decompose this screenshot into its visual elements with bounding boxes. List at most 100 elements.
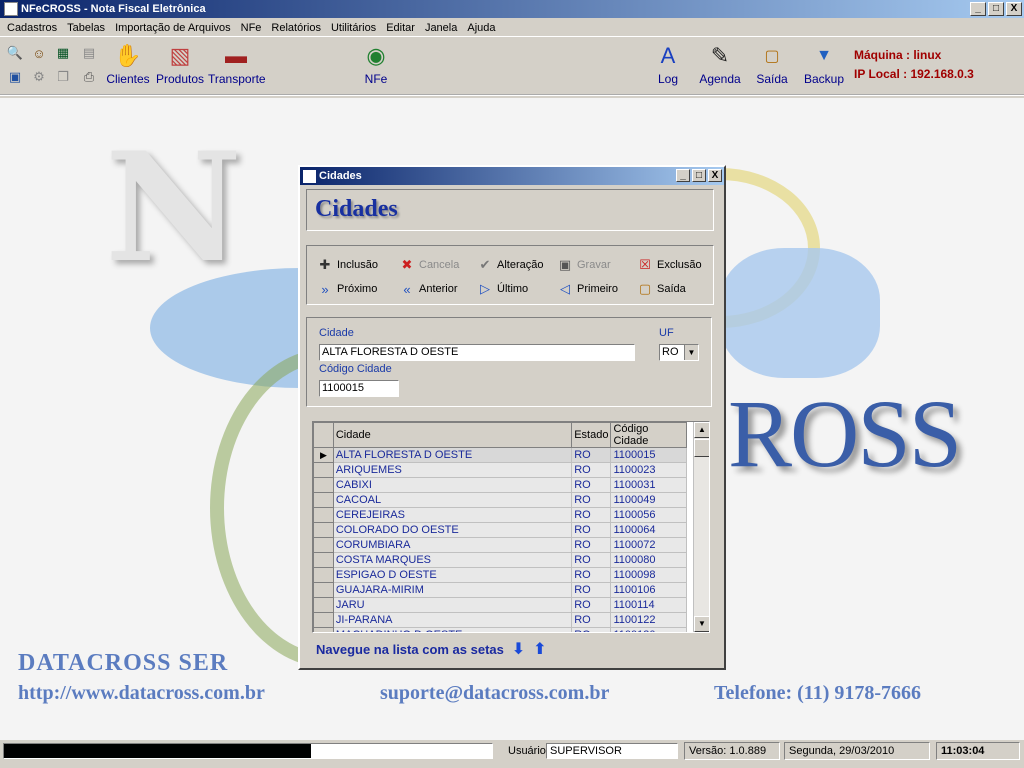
- scroll-thumb[interactable]: [694, 439, 709, 457]
- cell-estado[interactable]: RO: [571, 612, 612, 628]
- cell-codigo[interactable]: 1100106: [610, 582, 687, 598]
- nfe-button[interactable]: ◉ NFe: [356, 42, 396, 86]
- cell-codigo[interactable]: 1100072: [610, 537, 687, 553]
- agenda-button[interactable]: ✎ Agenda: [698, 42, 742, 86]
- cell-codigo[interactable]: 1100023: [610, 462, 687, 478]
- cell-estado[interactable]: RO: [571, 507, 612, 523]
- binoculars-icon[interactable]: 🔍: [6, 45, 24, 61]
- window-title-bar[interactable]: NFeCROSS - Nota Fiscal Eletrônica _ □ X: [0, 0, 1024, 18]
- calendar-icon[interactable]: ▣: [6, 69, 24, 85]
- cell-cidade[interactable]: ALTA FLORESTA D OESTE: [332, 447, 573, 463]
- ultimo-button[interactable]: ▷ Último: [477, 281, 528, 296]
- table-row[interactable]: CABIXI RO 1100031: [313, 477, 687, 493]
- transporte-button[interactable]: ▬ Transporte: [208, 42, 266, 86]
- gear-icon[interactable]: ⚙: [30, 69, 48, 85]
- dialog-minimize-button[interactable]: _: [676, 169, 690, 182]
- primeiro-button[interactable]: ◁ Primeiro: [557, 281, 618, 296]
- table-row[interactable]: ▶ ALTA FLORESTA D OESTE RO 1100015: [313, 447, 687, 463]
- produtos-button[interactable]: ▧ Produtos: [156, 42, 204, 86]
- cell-codigo[interactable]: 1100080: [610, 552, 687, 568]
- alteracao-button[interactable]: ✔ Alteração: [477, 257, 544, 272]
- cell-codigo[interactable]: 1100114: [610, 597, 687, 613]
- cell-estado[interactable]: RO: [571, 447, 612, 463]
- backup-button[interactable]: ▼ Backup: [802, 42, 846, 86]
- cell-cidade[interactable]: COLORADO DO OESTE: [332, 522, 573, 538]
- anterior-button[interactable]: « Anterior: [399, 282, 457, 297]
- cell-cidade[interactable]: ARIQUEMES: [332, 462, 573, 478]
- menu-janela[interactable]: Janela: [420, 22, 462, 34]
- uf-select[interactable]: RO ▼: [659, 344, 699, 361]
- cell-cidade[interactable]: COSTA MARQUES: [332, 552, 573, 568]
- cell-cidade[interactable]: CACOAL: [332, 492, 573, 508]
- codigo-cidade-input[interactable]: 1100015: [319, 380, 399, 397]
- cell-estado[interactable]: RO: [571, 597, 612, 613]
- cities-grid[interactable]: Cidade Estado Código Cidade ▶ ALTA FLORES…: [312, 421, 710, 633]
- cell-codigo[interactable]: 1100098: [610, 567, 687, 583]
- menu-tabelas[interactable]: Tabelas: [62, 22, 110, 34]
- cell-codigo[interactable]: 1100031: [610, 477, 687, 493]
- cell-estado[interactable]: RO: [571, 462, 612, 478]
- cancela-button[interactable]: ✖ Cancela: [399, 257, 460, 272]
- maximize-button[interactable]: □: [988, 2, 1004, 16]
- menu-editar[interactable]: Editar: [381, 22, 420, 34]
- cell-estado[interactable]: RO: [571, 477, 612, 493]
- cell-cidade[interactable]: CEREJEIRAS: [332, 507, 573, 523]
- cell-estado[interactable]: RO: [571, 627, 612, 632]
- table-row[interactable]: MACHADINHO D OESTERO1100130: [313, 627, 687, 632]
- table-row[interactable]: ARIQUEMES RO 1100023: [313, 462, 687, 478]
- calculator-icon[interactable]: ▤: [80, 45, 98, 61]
- clientes-button[interactable]: ✋ Clientes: [106, 42, 150, 86]
- menu-ajuda[interactable]: Ajuda: [462, 22, 500, 34]
- cell-codigo[interactable]: 1100122: [610, 612, 687, 628]
- table-row[interactable]: CACOAL RO 1100049: [313, 492, 687, 508]
- cell-estado[interactable]: RO: [571, 522, 612, 538]
- cell-cidade[interactable]: ESPIGAO D OESTE: [332, 567, 573, 583]
- cell-estado[interactable]: RO: [571, 537, 612, 553]
- gravar-button[interactable]: ▣ Gravar: [557, 257, 611, 272]
- menu-cadastros[interactable]: Cadastros: [2, 22, 62, 34]
- table-row[interactable]: GUAJARA-MIRIM RO 1100106: [313, 582, 687, 598]
- cell-cidade[interactable]: CABIXI: [332, 477, 573, 493]
- scroll-down-button[interactable]: ▼: [694, 616, 709, 632]
- cell-codigo[interactable]: 1100049: [610, 492, 687, 508]
- saida-dialog-button[interactable]: ▢ Saída: [637, 281, 686, 296]
- cell-cidade[interactable]: MACHADINHO D OESTE: [332, 627, 573, 632]
- cell-codigo[interactable]: 1100015: [610, 447, 687, 463]
- grid-scrollbar[interactable]: ▲ ▼: [693, 422, 709, 632]
- menu-nfe[interactable]: NFe: [236, 22, 267, 34]
- log-button[interactable]: A Log: [648, 42, 688, 86]
- cell-estado[interactable]: RO: [571, 582, 612, 598]
- chevron-down-icon[interactable]: ▼: [684, 345, 698, 360]
- cell-cidade[interactable]: CORUMBIARA: [332, 537, 573, 553]
- dialog-title-bar[interactable]: Cidades _ □ X: [300, 167, 724, 185]
- table-row[interactable]: JI-PARANA RO 1100122: [313, 612, 687, 628]
- minimize-button[interactable]: _: [970, 2, 986, 16]
- scroll-up-button[interactable]: ▲: [694, 422, 709, 438]
- table-row[interactable]: JARU RO 1100114: [313, 597, 687, 613]
- column-header-estado[interactable]: Estado: [571, 422, 612, 448]
- menu-importacao[interactable]: Importação de Arquivos: [110, 22, 236, 34]
- table-row[interactable]: CORUMBIARA RO 1100072: [313, 537, 687, 553]
- dialog-close-button[interactable]: X: [708, 169, 722, 182]
- cell-codigo[interactable]: 1100056: [610, 507, 687, 523]
- cell-cidade[interactable]: JARU: [332, 597, 573, 613]
- cell-cidade[interactable]: GUAJARA-MIRIM: [332, 582, 573, 598]
- menu-utilitarios[interactable]: Utilitários: [326, 22, 381, 34]
- cell-estado[interactable]: RO: [571, 552, 612, 568]
- exclusao-button[interactable]: ☒ Exclusão: [637, 257, 701, 272]
- table-row[interactable]: CEREJEIRAS RO 1100056: [313, 507, 687, 523]
- close-button[interactable]: X: [1006, 2, 1022, 16]
- table-icon[interactable]: ▦: [54, 45, 72, 61]
- printer-icon[interactable]: ⎙: [80, 69, 98, 85]
- saida-button[interactable]: ▢ Saída: [752, 42, 792, 86]
- inclusao-button[interactable]: ✚ Inclusão: [317, 257, 378, 272]
- column-header-codigo[interactable]: Código Cidade: [610, 422, 687, 448]
- table-row[interactable]: ESPIGAO D OESTE RO 1100098: [313, 567, 687, 583]
- copy-icon[interactable]: ❐: [54, 69, 72, 85]
- column-header-cidade[interactable]: Cidade: [332, 422, 573, 448]
- cell-cidade[interactable]: JI-PARANA: [332, 612, 573, 628]
- table-row[interactable]: COSTA MARQUES RO 1100080: [313, 552, 687, 568]
- users-icon[interactable]: ☺: [30, 45, 48, 61]
- table-row[interactable]: COLORADO DO OESTE RO 1100064: [313, 522, 687, 538]
- proximo-button[interactable]: » Próximo: [317, 282, 377, 297]
